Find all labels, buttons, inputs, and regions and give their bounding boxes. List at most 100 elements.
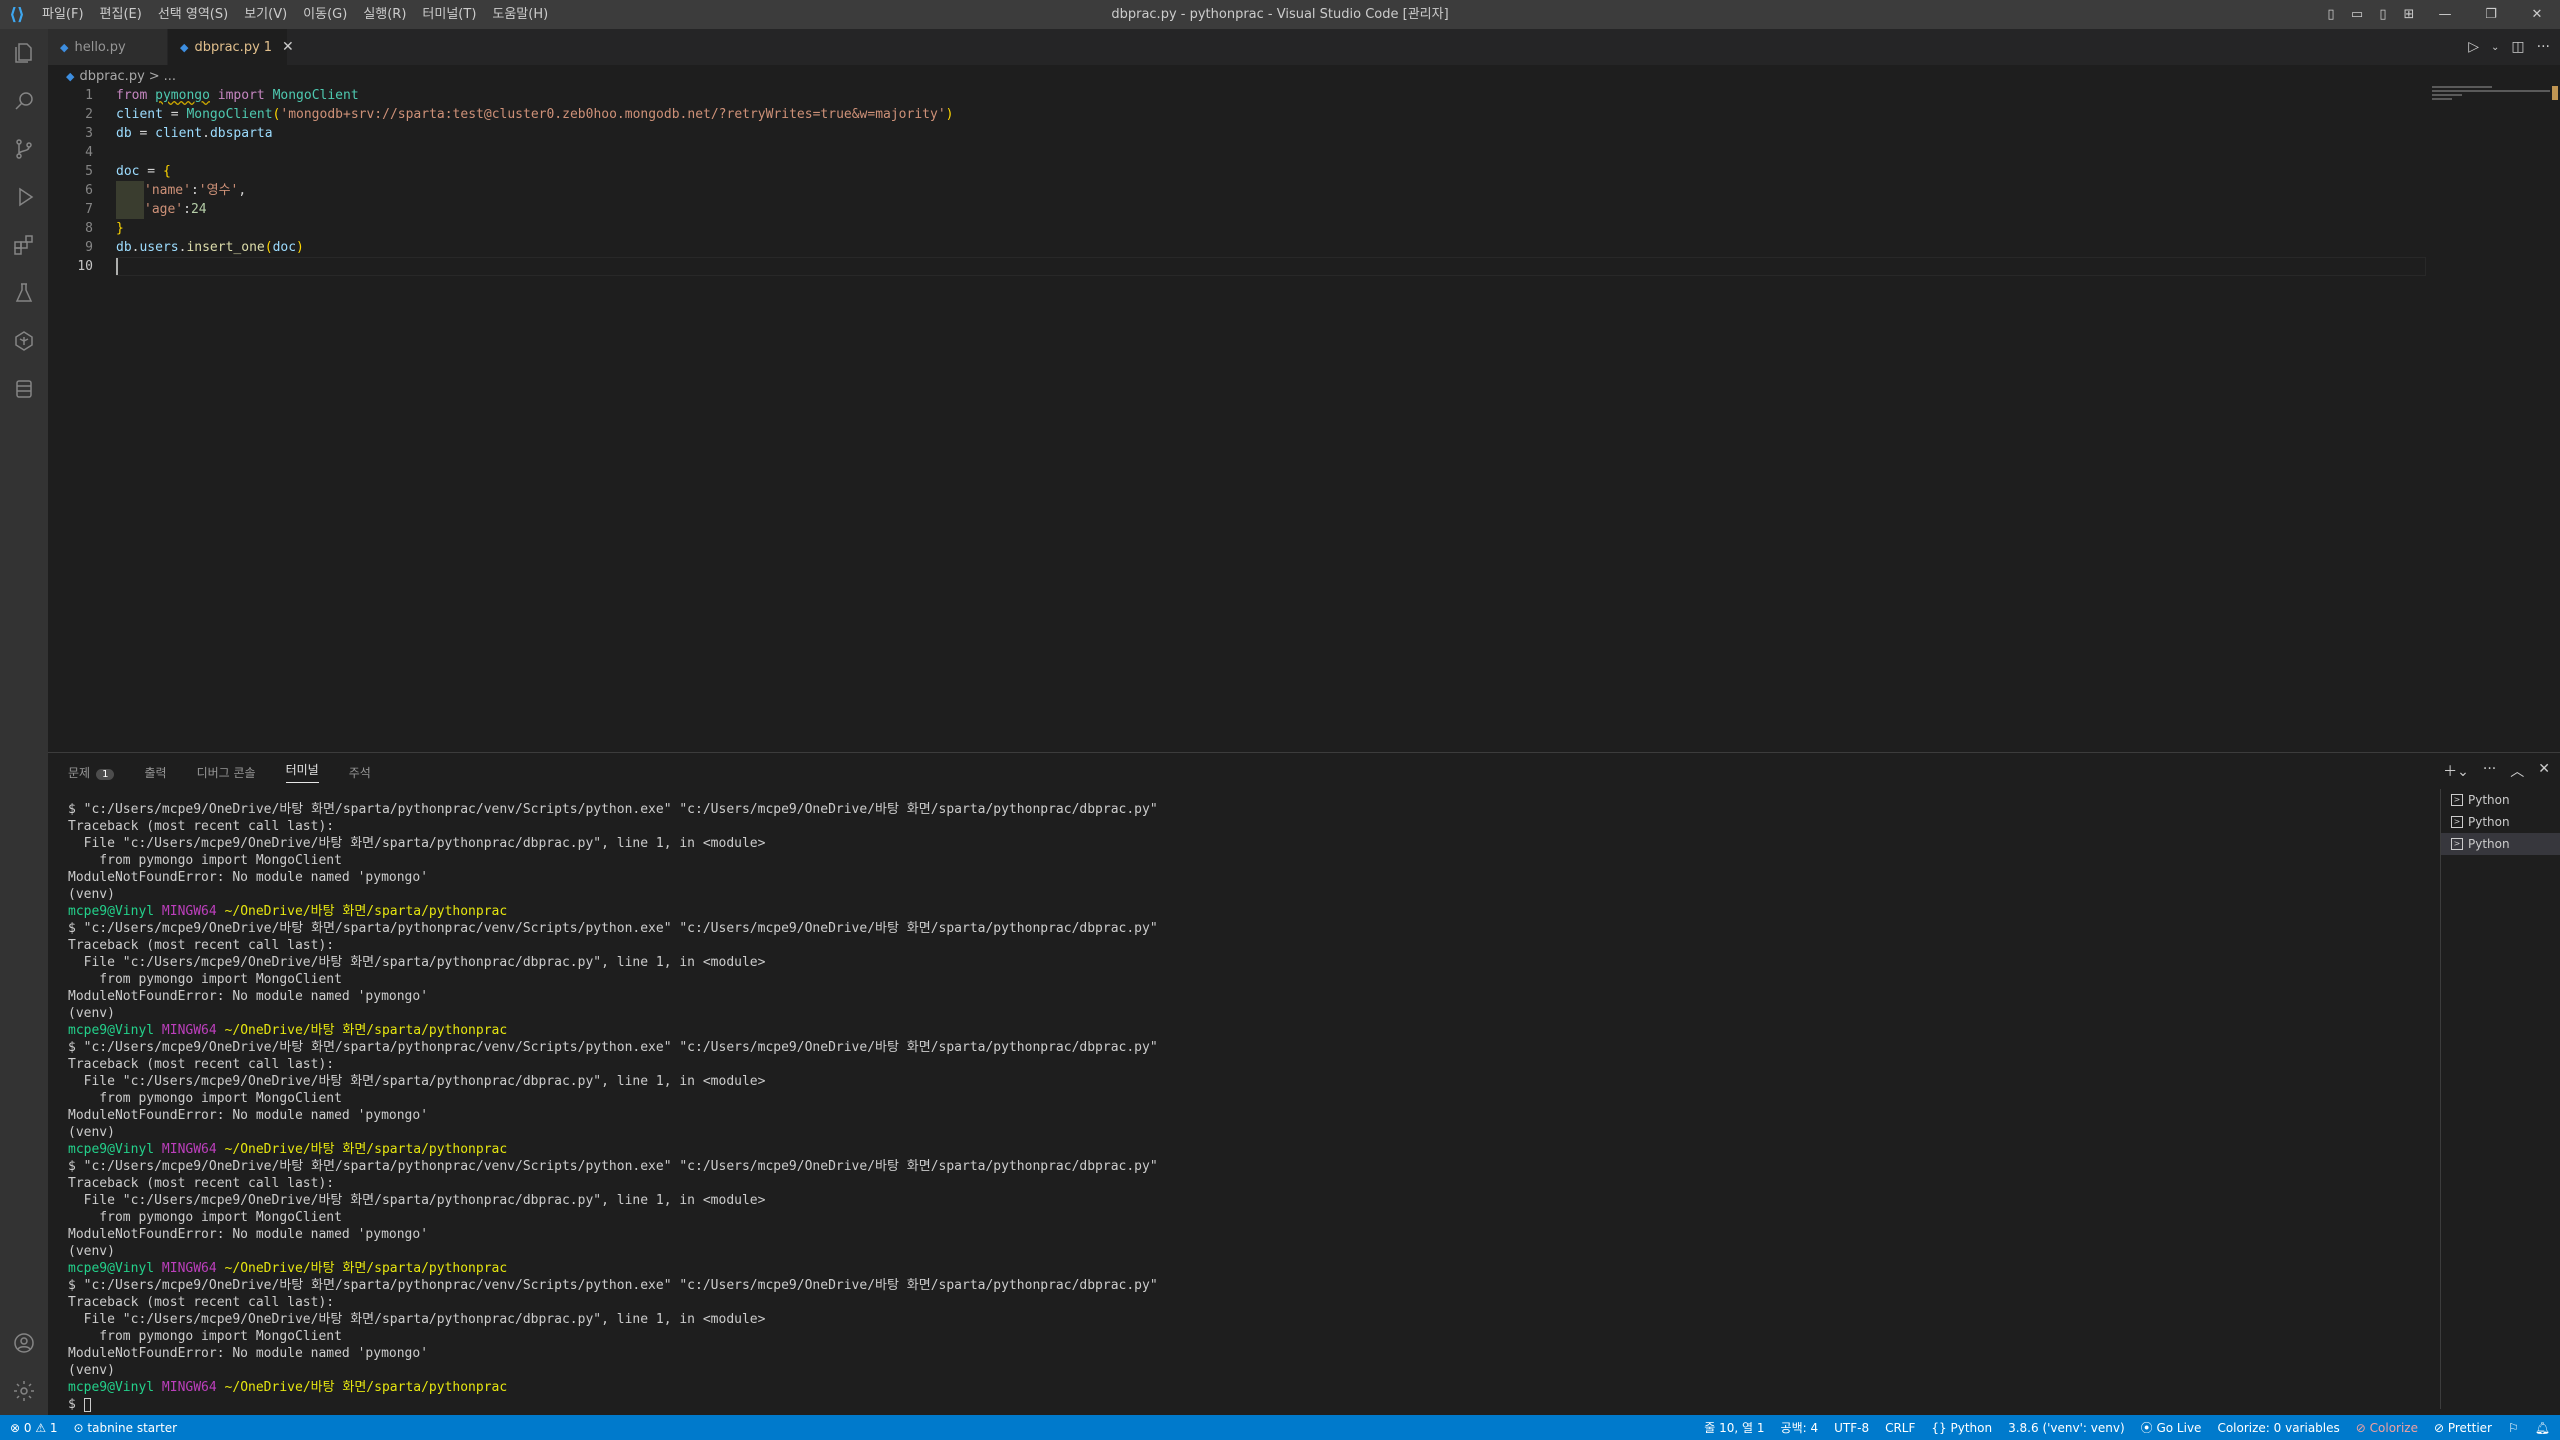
terminal-line: $ "c:/Users/mcpe9/OneDrive/바탕 화면/sparta/… bbox=[68, 920, 2478, 937]
indentation[interactable]: 공백: 4 bbox=[1781, 1419, 1819, 1436]
terminal-text: from pymongo import MongoClient bbox=[68, 853, 342, 868]
terminal-prompt-line[interactable]: $ bbox=[68, 1396, 2478, 1413]
run-file-icon[interactable]: ▷ bbox=[2468, 39, 2479, 55]
toggle-secondary-sidebar-icon[interactable]: ▯ bbox=[2370, 7, 2396, 22]
run-dropdown-icon[interactable]: ⌄ bbox=[2491, 42, 2499, 53]
database-icon[interactable] bbox=[0, 365, 48, 413]
scrollbar-marker[interactable] bbox=[2552, 86, 2558, 100]
account-icon[interactable] bbox=[0, 1319, 48, 1367]
close-panel-icon[interactable]: ✕ bbox=[2538, 761, 2550, 781]
more-actions-icon[interactable]: ··· bbox=[2537, 39, 2550, 55]
end-of-line[interactable]: CRLF bbox=[1885, 1421, 1915, 1435]
terminal-text: from pymongo import MongoClient bbox=[68, 1329, 342, 1344]
source-control-icon[interactable] bbox=[0, 125, 48, 173]
terminal-text: from pymongo import MongoClient bbox=[68, 972, 342, 987]
run-debug-icon[interactable] bbox=[0, 173, 48, 221]
encoding[interactable]: UTF-8 bbox=[1834, 1421, 1869, 1435]
token: } bbox=[116, 221, 124, 236]
explorer-icon[interactable] bbox=[0, 29, 48, 77]
menu-file[interactable]: 파일(F) bbox=[34, 0, 92, 29]
maximize-panel-icon[interactable]: ︿ bbox=[2510, 761, 2524, 781]
terminal-text: (venv) bbox=[68, 1363, 115, 1378]
toggle-sidebar-icon[interactable]: ▯ bbox=[2318, 7, 2344, 22]
minimize-icon[interactable]: — bbox=[2422, 7, 2468, 22]
menu-go[interactable]: 이동(G) bbox=[295, 0, 355, 29]
search-icon[interactable] bbox=[0, 77, 48, 125]
terminal-text: ~/OneDrive/바탕 화면/sparta/pythonprac bbox=[224, 1261, 508, 1276]
terminal-line: File "c:/Users/mcpe9/OneDrive/바탕 화면/spar… bbox=[68, 954, 2478, 971]
terminal-text: ModuleNotFoundError: No module named 'py… bbox=[68, 1227, 429, 1242]
terminal-list-item[interactable]: > Python bbox=[2441, 789, 2560, 811]
close-tab-icon[interactable]: ✕ bbox=[282, 39, 294, 55]
token: dbsparta bbox=[209, 126, 273, 141]
terminal-text: File "c:/Users/mcpe9/OneDrive/바탕 화면/spar… bbox=[68, 955, 766, 970]
terminal-line: Traceback (most recent call last): bbox=[68, 937, 2478, 954]
line-number: 9 bbox=[85, 240, 93, 255]
python-interpreter[interactable]: 3.8.6 ('venv': venv) bbox=[2008, 1421, 2125, 1435]
terminal-prompt: $ bbox=[68, 1397, 84, 1412]
testing-icon[interactable] bbox=[0, 269, 48, 317]
terminal-output[interactable]: $ "c:/Users/mcpe9/OneDrive/바탕 화면/sparta/… bbox=[68, 801, 2478, 1413]
terminal-list: > Python > Python > Python bbox=[2440, 789, 2560, 1409]
colorize-variables[interactable]: Colorize: 0 variables bbox=[2217, 1421, 2339, 1435]
go-live-button[interactable]: ⦿ Go Live bbox=[2141, 1419, 2202, 1436]
terminal-text: ~/OneDrive/바탕 화면/sparta/pythonprac bbox=[224, 1380, 508, 1395]
breadcrumb-rest[interactable]: ... bbox=[164, 69, 176, 84]
menu-help[interactable]: 도움말(H) bbox=[484, 0, 556, 29]
menu-selection[interactable]: 선택 영역(S) bbox=[150, 0, 236, 29]
terminal-list-item[interactable]: > Python bbox=[2441, 811, 2560, 833]
tab-dbprac-py[interactable]: ◆ dbprac.py 1 ✕ bbox=[168, 29, 294, 65]
restore-icon[interactable]: ❐ bbox=[2468, 7, 2514, 22]
terminal-text: MINGW64 bbox=[161, 1023, 217, 1038]
terminal-text: ~/OneDrive/바탕 화면/sparta/pythonprac bbox=[224, 904, 508, 919]
terminal-list-item[interactable]: > Python bbox=[2441, 833, 2560, 855]
terminal-line: from pymongo import MongoClient bbox=[68, 1209, 2478, 1226]
breadcrumb-file[interactable]: dbprac.py bbox=[79, 69, 144, 84]
code-editor[interactable]: 1 from pymongo import MongoClient 2 client… bbox=[48, 86, 2560, 750]
feedback-icon[interactable]: ⚐ bbox=[2508, 1421, 2519, 1435]
tab-comments[interactable]: 주석 bbox=[349, 764, 371, 781]
more-actions-icon[interactable]: ··· bbox=[2483, 761, 2496, 781]
extensions-icon[interactable] bbox=[0, 221, 48, 269]
indent-guide bbox=[116, 200, 144, 219]
tab-output[interactable]: 출력 bbox=[144, 764, 166, 781]
terminal-line: from pymongo import MongoClient bbox=[68, 1090, 2478, 1107]
split-editor-icon[interactable]: ◫ bbox=[2511, 39, 2524, 55]
menu-terminal[interactable]: 터미널(T) bbox=[414, 0, 484, 29]
toggle-panel-icon[interactable]: ▭ bbox=[2344, 7, 2370, 22]
cursor-position[interactable]: 줄 10, 열 1 bbox=[1704, 1419, 1764, 1436]
tab-hello-py[interactable]: ◆ hello.py bbox=[48, 29, 168, 65]
terminal-line: mcpe9@Vinyl MINGW64 ~/OneDrive/바탕 화면/spa… bbox=[68, 1022, 2478, 1039]
new-terminal-icon[interactable]: ＋⌄ bbox=[2443, 761, 2469, 781]
terminal-line: ModuleNotFoundError: No module named 'py… bbox=[68, 1226, 2478, 1243]
minimap[interactable] bbox=[2432, 86, 2550, 116]
tab-debug-console[interactable]: 디버그 콘솔 bbox=[197, 764, 256, 781]
token: MongoClient bbox=[272, 88, 359, 103]
code-line: 6 'name':'영수', bbox=[48, 181, 2428, 200]
menu-view[interactable]: 보기(V) bbox=[236, 0, 295, 29]
terminal-text: MINGW64 bbox=[161, 1142, 217, 1157]
tabnine-status[interactable]: ⊙ tabnine starter bbox=[74, 1421, 178, 1435]
terminal-line: (venv) bbox=[68, 1124, 2478, 1141]
terminal-text: $ "c:/Users/mcpe9/OneDrive/바탕 화면/sparta/… bbox=[68, 921, 1158, 936]
notifications-bell-icon[interactable]: 🔔︎ bbox=[2535, 1421, 2550, 1435]
language-mode[interactable]: {} Python bbox=[1931, 1421, 1992, 1435]
token: : bbox=[183, 202, 191, 217]
settings-gear-icon[interactable] bbox=[0, 1367, 48, 1415]
terminal-text: from pymongo import MongoClient bbox=[68, 1091, 342, 1106]
colorize-toggle[interactable]: ⊘ Colorize bbox=[2356, 1421, 2418, 1435]
customize-layout-icon[interactable]: ⊞ bbox=[2396, 7, 2422, 22]
python-file-icon: ◆ bbox=[180, 40, 189, 54]
close-window-icon[interactable]: ✕ bbox=[2514, 7, 2560, 22]
line-number: 10 bbox=[77, 259, 93, 274]
menu-edit[interactable]: 편집(E) bbox=[92, 0, 150, 29]
problems-status[interactable]: ⊗ 0 ⚠ 1 bbox=[10, 1421, 58, 1435]
menu-run[interactable]: 실행(R) bbox=[355, 0, 414, 29]
remote-explorer-icon[interactable] bbox=[0, 317, 48, 365]
problem-count: 1 bbox=[263, 39, 273, 55]
tab-problems[interactable]: 문제 1 bbox=[68, 764, 115, 781]
prettier-status[interactable]: ⊘ Prettier bbox=[2434, 1421, 2492, 1435]
tab-terminal[interactable]: 터미널 bbox=[285, 761, 319, 783]
